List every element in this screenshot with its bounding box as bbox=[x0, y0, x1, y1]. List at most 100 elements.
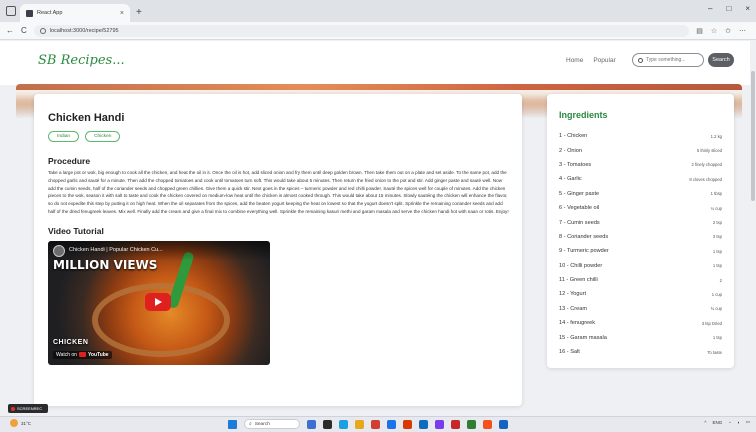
media-app-icon[interactable] bbox=[451, 419, 460, 429]
browser-tab[interactable]: React App × bbox=[20, 4, 130, 22]
url-text: localhost:3000/recipe/52795 bbox=[49, 27, 119, 34]
outlook-app-icon[interactable] bbox=[419, 419, 428, 429]
ingredient-quantity: 3 tsp Dried bbox=[701, 320, 722, 326]
teams-app-icon[interactable] bbox=[435, 419, 444, 429]
taskbar-search-label: Search bbox=[254, 421, 270, 427]
back-button[interactable]: ← bbox=[6, 26, 14, 35]
ingredient-row: 10 - Chilli powder 1 tsp bbox=[559, 259, 722, 273]
ingredient-name: 2 - Onion bbox=[559, 147, 583, 154]
ingredient-quantity: 1 tsp bbox=[712, 335, 722, 341]
react-favicon-icon bbox=[26, 9, 33, 17]
close-window-button[interactable]: × bbox=[745, 4, 750, 13]
terminal-app-icon[interactable] bbox=[323, 419, 332, 429]
ingredient-row: 1 - Chicken 1.2 kg bbox=[559, 129, 722, 143]
ingredient-quantity: 1 cup bbox=[711, 291, 722, 297]
watch-on-youtube-button[interactable]: Watch on YouTube bbox=[53, 350, 112, 359]
ingredient-row: 11 - Green chilli 2 bbox=[559, 273, 722, 287]
system-tray: ^ ENG ◔ ◖ ▭ bbox=[704, 419, 750, 425]
favorite-star-icon[interactable]: ☆ bbox=[711, 27, 717, 35]
ingredient-row: 3 - Tomatoes 2 finely chopped bbox=[559, 158, 722, 172]
ingredient-name: 8 - Coriander seeds bbox=[559, 233, 609, 240]
widgets-app-icon[interactable] bbox=[307, 419, 316, 429]
taskbar-search-icon: ⌕ bbox=[249, 422, 252, 427]
weather-widget[interactable]: 31°C bbox=[10, 419, 31, 427]
taskbar-search[interactable]: ⌕ Search bbox=[244, 419, 300, 429]
minimize-button[interactable]: – bbox=[708, 4, 712, 13]
menu-dots-icon[interactable]: ⋯ bbox=[739, 27, 746, 35]
ingredient-quantity: ¼ cup bbox=[710, 205, 722, 211]
screen-recorder-badge[interactable]: SCREENREC bbox=[8, 404, 48, 413]
ingredient-quantity: 2 finely chopped bbox=[691, 162, 723, 168]
youtube-logo-icon bbox=[78, 352, 86, 358]
video-caption: CHICKEN bbox=[53, 338, 89, 346]
main-nav: Home Popular bbox=[566, 57, 616, 64]
tab-title: React App bbox=[37, 10, 63, 16]
tray-language[interactable]: ENG bbox=[713, 420, 723, 425]
ingredient-row: 16 - Salt To taste bbox=[559, 345, 722, 359]
favorites-icon[interactable]: ✩ bbox=[725, 27, 731, 35]
ingredient-row: 13 - Cream ¾ cup bbox=[559, 302, 722, 316]
ingredients-list: 1 - Chicken 1.2 kg 2 - Onion 5 thinly slice… bbox=[559, 129, 722, 359]
ingredient-row: 9 - Turmeric powder 1 tsp bbox=[559, 244, 722, 258]
reader-mode-icon[interactable]: ▤ bbox=[696, 27, 703, 35]
tab-actions-icon[interactable] bbox=[6, 6, 16, 16]
ingredient-row: 6 - Vegetable oil ¼ cup bbox=[559, 201, 722, 215]
search-input[interactable] bbox=[646, 57, 701, 63]
ingredient-name: 5 - Ginger paste bbox=[559, 190, 600, 197]
ingredients-card: Ingredients 1 - Chicken 1.2 kg 2 - Onion 5 … bbox=[547, 94, 734, 368]
ingredient-name: 7 - Cumin seeds bbox=[559, 219, 600, 226]
nav-home[interactable]: Home bbox=[566, 57, 583, 64]
ingredient-row: 8 - Coriander seeds 3 tsp bbox=[559, 230, 722, 244]
ingredient-row: 14 - fenugreek 3 tsp Dried bbox=[559, 316, 722, 330]
site-info-icon[interactable] bbox=[39, 27, 46, 34]
ingredient-name: 13 - Cream bbox=[559, 305, 587, 312]
window-controls: – □ × bbox=[708, 4, 750, 13]
ingredient-name: 4 - Garlic bbox=[559, 176, 582, 183]
recipe-tags: Indian Chicken bbox=[48, 131, 508, 142]
file-explorer-icon[interactable] bbox=[355, 419, 364, 429]
ingredient-quantity: 1 tbsp bbox=[710, 191, 722, 197]
video-overlay-text: MILLION VIEWS bbox=[53, 257, 158, 272]
app-icon[interactable] bbox=[483, 419, 492, 429]
youtube-label: YouTube bbox=[87, 351, 109, 358]
ingredient-row: 12 - Yogurt 1 cup bbox=[559, 287, 722, 301]
play-icon bbox=[155, 297, 162, 306]
procedure-text: Take a large pot or wok, big enough to c… bbox=[48, 170, 509, 214]
recipe-card: Chicken Handi Indian Chicken Procedure T… bbox=[34, 94, 522, 406]
ingredient-quantity: 1.2 kg bbox=[710, 133, 722, 139]
volume-icon[interactable]: ◖ bbox=[737, 420, 740, 425]
wifi-icon[interactable]: ◔ bbox=[728, 420, 731, 425]
battery-icon[interactable]: ▭ bbox=[746, 419, 750, 425]
ingredient-row: 2 - Onion 5 thinly sliced bbox=[559, 143, 722, 157]
ingredient-row: 7 - Cumin seeds 2 tsp bbox=[559, 215, 722, 229]
chrome-app-icon[interactable] bbox=[371, 419, 380, 429]
tab-close-icon[interactable]: × bbox=[120, 10, 124, 17]
new-tab-button[interactable]: + bbox=[136, 7, 142, 18]
reload-button[interactable]: C bbox=[21, 26, 27, 35]
channel-avatar[interactable] bbox=[53, 244, 65, 257]
spotify-app-icon[interactable] bbox=[467, 419, 476, 429]
search-button[interactable]: Search bbox=[708, 53, 734, 67]
edge-app-icon[interactable] bbox=[339, 419, 348, 429]
office-app-icon[interactable] bbox=[403, 419, 412, 429]
site-logo[interactable]: SB Recipes... bbox=[38, 53, 125, 68]
scrollbar-thumb[interactable] bbox=[751, 71, 755, 201]
maximize-button[interactable]: □ bbox=[726, 4, 731, 13]
windows-start-icon[interactable] bbox=[228, 419, 237, 429]
tag-area[interactable]: Indian bbox=[48, 131, 80, 142]
page-scrollbar[interactable] bbox=[750, 41, 756, 416]
nav-popular[interactable]: Popular bbox=[593, 57, 615, 64]
ingredient-name: 6 - Vegetable oil bbox=[559, 205, 600, 212]
tray-chevron-icon[interactable]: ^ bbox=[704, 420, 706, 425]
ingredient-row: 4 - Garlic 8 cloves chopped bbox=[559, 172, 722, 186]
ingredient-row: 15 - Garam masala 1 tsp bbox=[559, 330, 722, 344]
video-embed[interactable]: Chicken Handi | Popular Chicken Cu... MI… bbox=[48, 240, 270, 365]
url-field[interactable]: localhost:3000/recipe/52795 bbox=[33, 24, 690, 37]
video-title[interactable]: Chicken Handi | Popular Chicken Cu... bbox=[69, 247, 163, 253]
store-app-icon[interactable] bbox=[387, 419, 396, 429]
play-button[interactable] bbox=[145, 292, 171, 311]
banner-food-streak bbox=[16, 84, 742, 90]
ingredient-name: 15 - Garam masala bbox=[559, 334, 607, 341]
vscode-app-icon[interactable] bbox=[499, 419, 508, 429]
tag-category[interactable]: Chicken bbox=[85, 131, 121, 142]
